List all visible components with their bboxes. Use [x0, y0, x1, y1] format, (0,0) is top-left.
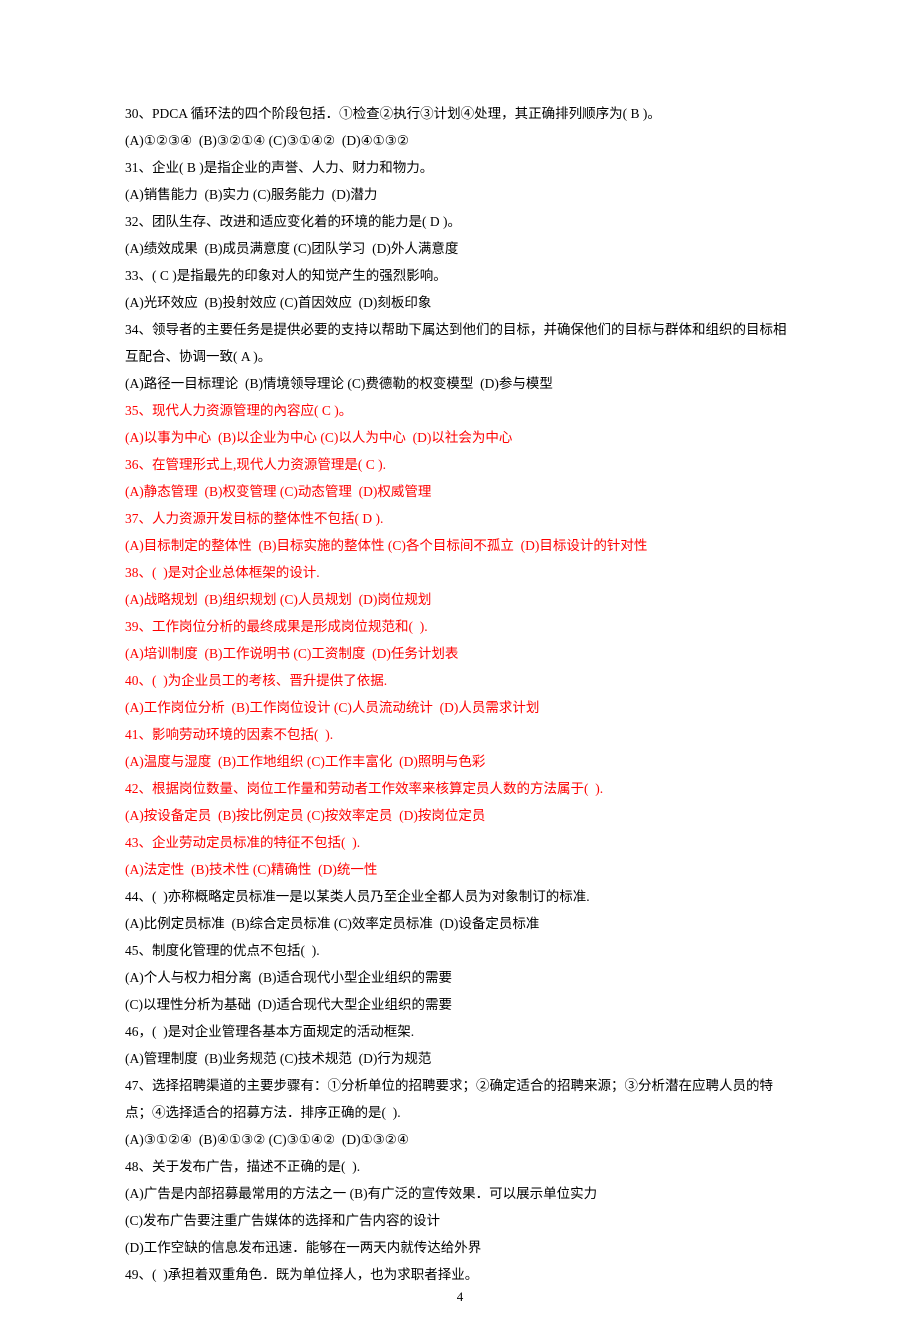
- text-line: (A)工作岗位分析 (B)工作岗位设计 (C)人员流动统计 (D)人员需求计划: [125, 694, 795, 721]
- text-line: 41、影响劳动环境的因素不包括( ).: [125, 721, 795, 748]
- text-line: 40、( )为企业员工的考核、晋升提供了依据.: [125, 667, 795, 694]
- text-line: 42、根据岗位数量、岗位工作量和劳动者工作效率来核算定员人数的方法属于( ).: [125, 775, 795, 802]
- text-line: (A)目标制定的整体性 (B)目标实施的整体性 (C)各个目标间不孤立 (D)目…: [125, 532, 795, 559]
- text-line: (A)个人与权力相分离 (B)适合现代小型企业组织的需要: [125, 964, 795, 991]
- text-line: 48、关于发布广告，描述不正确的是( ).: [125, 1153, 795, 1180]
- text-line: (A)法定性 (B)技术性 (C)精确性 (D)统一性: [125, 856, 795, 883]
- page-number: 4: [0, 1284, 920, 1310]
- text-line: 33、( C )是指最先的印象对人的知觉产生的强烈影响。: [125, 262, 795, 289]
- text-line: (A)温度与湿度 (B)工作地组织 (C)工作丰富化 (D)照明与色彩: [125, 748, 795, 775]
- text-line: 32、团队生存、改进和适应变化着的环境的能力是( D )。: [125, 208, 795, 235]
- text-line: 38、( )是对企业总体框架的设计.: [125, 559, 795, 586]
- text-line: (A)路径一目标理论 (B)情境领导理论 (C)费德勒的权变模型 (D)参与模型: [125, 370, 795, 397]
- text-line: (A)销售能力 (B)实力 (C)服务能力 (D)潜力: [125, 181, 795, 208]
- text-line: (C)发布广告要注重广告媒体的选择和广告内容的设计: [125, 1207, 795, 1234]
- text-line: (A)绩效成果 (B)成员满意度 (C)团队学习 (D)外人满意度: [125, 235, 795, 262]
- text-line: (A)①②③④ (B)③②①④ (C)③①④② (D)④①③②: [125, 127, 795, 154]
- text-line: (A)战略规划 (B)组织规划 (C)人员规划 (D)岗位规划: [125, 586, 795, 613]
- text-line: (A)③①②④ (B)④①③② (C)③①④② (D)①③②④: [125, 1126, 795, 1153]
- text-line: (A)培训制度 (B)工作说明书 (C)工资制度 (D)任务计划表: [125, 640, 795, 667]
- text-line: (A)光环效应 (B)投射效应 (C)首因效应 (D)刻板印象: [125, 289, 795, 316]
- text-line: (C)以理性分析为基础 (D)适合现代大型企业组织的需要: [125, 991, 795, 1018]
- text-line: (A)以事为中心 (B)以企业为中心 (C)以人为中心 (D)以社会为中心: [125, 424, 795, 451]
- text-line: 31、企业( B )是指企业的声誉、人力、财力和物力。: [125, 154, 795, 181]
- text-line: 39、工作岗位分析的最终成果是形成岗位规范和( ).: [125, 613, 795, 640]
- text-line: (A)静态管理 (B)权变管理 (C)动态管理 (D)权威管理: [125, 478, 795, 505]
- text-line: 36、在管理形式上,现代人力资源管理是( C ).: [125, 451, 795, 478]
- text-line: 35、现代人力资源管理的內容应( C )。: [125, 397, 795, 424]
- text-line: (D)工作空缺的信息发布迅速．能够在一两天内就传达给外界: [125, 1234, 795, 1261]
- text-line: (A)按设备定员 (B)按比例定员 (C)按效率定员 (D)按岗位定员: [125, 802, 795, 829]
- document-page: 30、PDCA 循环法的四个阶段包括．①检查②执行③计划④处理，其正确排列顺序为…: [0, 0, 920, 1338]
- text-line: 44、( )亦称概略定员标准一是以某类人员乃至企业全都人员为对象制订的标准.: [125, 883, 795, 910]
- text-line: 45、制度化管理的优点不包括( ).: [125, 937, 795, 964]
- text-line: 37、人力资源开发目标的整体性不包括( D ).: [125, 505, 795, 532]
- text-line: (A)比例定员标准 (B)综合定员标准 (C)效率定员标准 (D)设备定员标准: [125, 910, 795, 937]
- document-body: 30、PDCA 循环法的四个阶段包括．①检查②执行③计划④处理，其正确排列顺序为…: [125, 100, 795, 1288]
- text-line: (A)广告是内部招募最常用的方法之一 (B)有广泛的宣传效果．可以展示单位实力: [125, 1180, 795, 1207]
- text-line: 46，( )是对企业管理各基本方面规定的活动框架.: [125, 1018, 795, 1045]
- text-line: (A)管理制度 (B)业务规范 (C)技术规范 (D)行为规范: [125, 1045, 795, 1072]
- text-line: 34、领导者的主要任务是提供必要的支持以帮助下属达到他们的目标，并确保他们的目标…: [125, 316, 795, 370]
- text-line: 30、PDCA 循环法的四个阶段包括．①检查②执行③计划④处理，其正确排列顺序为…: [125, 100, 795, 127]
- text-line: 47、选择招聘渠道的主要步骤有：①分析单位的招聘要求；②确定适合的招聘来源；③分…: [125, 1072, 795, 1126]
- text-line: 43、企业劳动定员标准的特征不包括( ).: [125, 829, 795, 856]
